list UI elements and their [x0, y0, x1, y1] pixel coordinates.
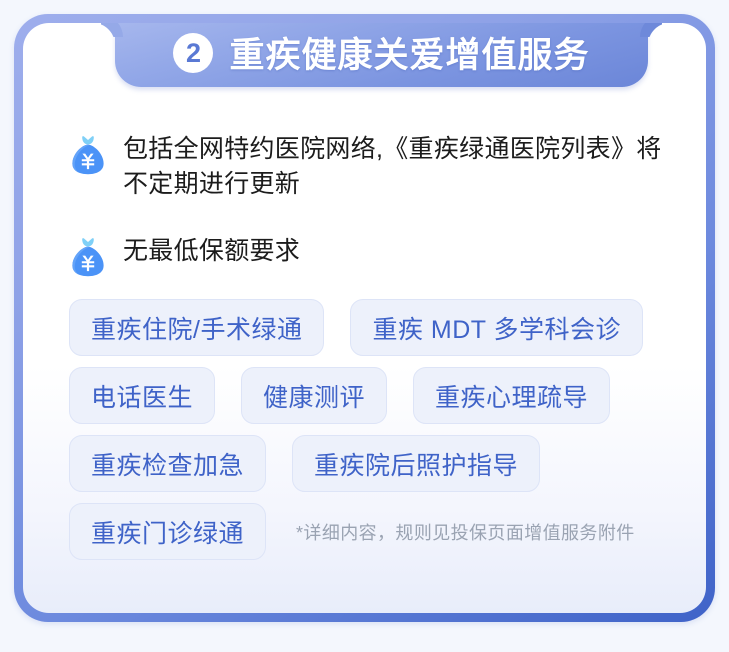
service-tag-phone-doctor[interactable]: 电话医生	[69, 367, 216, 424]
service-tag-expedited-examination[interactable]: 重疾检查加急	[69, 435, 267, 492]
service-tag-inpatient-surgery-green-channel[interactable]: 重疾住院/手术绿通	[69, 299, 325, 356]
service-tag-psychological-counseling[interactable]: 重疾心理疏导	[413, 367, 611, 424]
service-tag-row: 重疾检查加急 重疾院后照护指导	[69, 435, 679, 492]
service-tag-outpatient-green-channel[interactable]: 重疾门诊绿通	[69, 503, 267, 560]
card-inner-surface: 2 重疾健康关爱增值服务 包括全网特约医院网络,《重疾绿通医院列表》将不定期进行…	[23, 23, 706, 613]
service-tag-row: 重疾住院/手术绿通 重疾 MDT 多学科会诊	[69, 299, 679, 356]
service-tag-mdt-consultation[interactable]: 重疾 MDT 多学科会诊	[350, 299, 644, 356]
value-added-service-card: 2 重疾健康关爱增值服务 包括全网特约医院网络,《重疾绿通医院列表》将不定期进行…	[14, 14, 715, 622]
money-bag-icon	[69, 135, 107, 175]
service-tag-post-hospital-care-guidance[interactable]: 重疾院后照护指导	[292, 435, 541, 492]
bullet-item: 包括全网特约医院网络,《重疾绿通医院列表》将不定期进行更新	[69, 132, 679, 201]
page-title: 重疾健康关爱增值服务	[229, 36, 590, 75]
service-tag-health-assessment[interactable]: 健康测评	[241, 367, 388, 424]
card-header-banner: 2 重疾健康关爱增值服务	[115, 23, 648, 87]
bullet-text: 无最低保额要求	[123, 237, 301, 265]
service-tags-area: 重疾住院/手术绿通 重疾 MDT 多学科会诊 电话医生 健康测评 重疾心理疏导 …	[69, 299, 679, 571]
bullet-item: 无最低保额要求	[69, 234, 679, 277]
bullet-text: 包括全网特约医院网络,《重疾绿通医院列表》将不定期进行更新	[123, 135, 662, 198]
service-tag-row: 重疾门诊绿通 *详细内容，规则见投保页面增值服务附件	[69, 503, 679, 560]
section-number-badge: 2	[173, 32, 214, 73]
footnote-text: *详细内容，规则见投保页面增值服务附件	[296, 522, 635, 543]
money-bag-icon	[69, 237, 107, 277]
service-tag-row: 电话医生 健康测评 重疾心理疏导	[69, 367, 679, 424]
